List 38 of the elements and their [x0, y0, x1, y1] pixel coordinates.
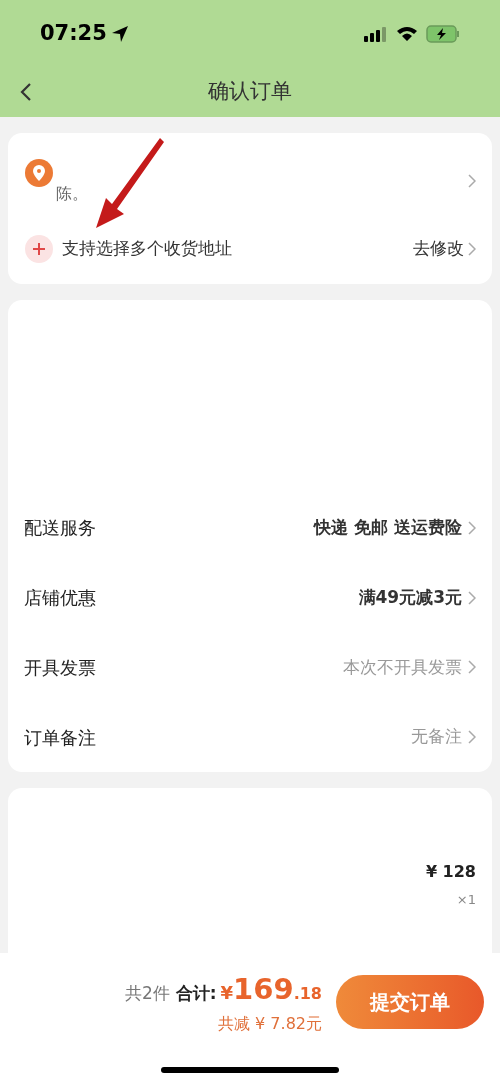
page-title: 确认订单	[208, 77, 292, 105]
total-cents: .18	[293, 983, 322, 1005]
back-icon	[20, 81, 32, 102]
total-label: 合计:	[175, 982, 217, 1005]
chevron-right-icon	[468, 174, 476, 188]
signal-icon	[364, 26, 388, 42]
recipient-name: 陈。	[56, 183, 88, 205]
multi-address-hint: 支持选择多个收货地址	[62, 237, 232, 261]
product-quantity: ×1	[456, 891, 476, 909]
edit-address-link[interactable]: 去修改	[413, 236, 476, 262]
discount-text: 共减 ¥ 7.82元	[218, 1012, 322, 1035]
option-value: 满49元减3元	[358, 585, 462, 609]
option-row[interactable]: 店铺优惠 满49元减3元	[24, 562, 476, 633]
option-value: 快递 免邮 送运费险	[314, 516, 462, 540]
currency-sign: ¥	[220, 982, 234, 1005]
total-amount: 169	[233, 971, 294, 1008]
option-label: 配送服务	[24, 516, 96, 541]
wifi-icon	[396, 26, 418, 42]
product-price: ¥ 128	[425, 861, 476, 883]
location-pin-icon	[24, 158, 54, 188]
option-label: 开具发票	[24, 655, 96, 680]
chevron-right-icon	[468, 660, 476, 675]
chevron-right-icon	[468, 590, 476, 605]
item-count: 共2件	[124, 982, 170, 1005]
plus-icon	[24, 234, 54, 264]
location-arrow-icon	[110, 25, 129, 43]
chevron-right-icon	[468, 242, 476, 256]
option-value: 本次不开具发票	[343, 655, 462, 679]
option-value: 无备注	[411, 725, 462, 749]
status-time: 07:25	[40, 20, 107, 48]
chevron-right-icon	[468, 520, 476, 535]
option-row[interactable]: 订单备注 无备注	[24, 702, 476, 772]
battery-icon	[426, 25, 460, 43]
option-label: 店铺优惠	[24, 586, 96, 611]
option-row[interactable]: 配送服务 快递 免邮 送运费险	[24, 493, 476, 563]
chevron-right-icon	[468, 730, 476, 745]
option-row[interactable]: 开具发票 本次不开具发票	[24, 632, 476, 703]
option-label: 订单备注	[24, 725, 96, 750]
